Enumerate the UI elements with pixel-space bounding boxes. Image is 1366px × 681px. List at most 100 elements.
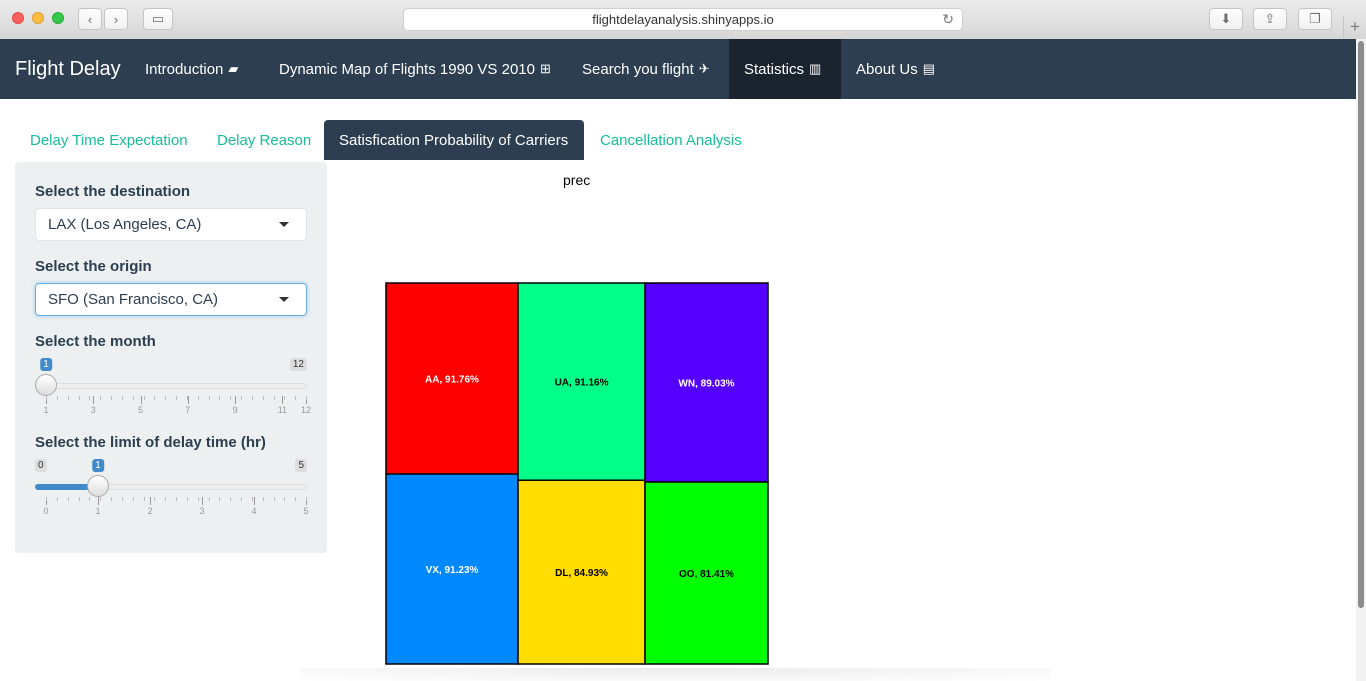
tab-satisfication-probability[interactable]: Satisfication Probability of Carriers — [324, 120, 584, 160]
nav-label: About Us — [856, 60, 918, 78]
brand-title[interactable]: Flight Delay — [15, 58, 121, 81]
delay-minor-tick — [78, 497, 80, 501]
month-tick-label: 1 — [43, 405, 49, 415]
month-minor-tick — [143, 396, 145, 400]
minimize-window-button[interactable] — [32, 12, 44, 24]
tab-delay-time-expectation[interactable]: Delay Time Expectation — [15, 120, 203, 160]
nav-statistics[interactable]: Statistics ▥ — [729, 39, 841, 99]
zoom-window-button[interactable] — [52, 12, 64, 24]
plane-icon: ✈ — [698, 61, 710, 76]
tabs-overview-button[interactable]: ❐ — [1298, 8, 1332, 30]
month-minor-tick — [230, 396, 232, 400]
nav-introduction[interactable]: Introduction ▰ — [130, 39, 253, 99]
delay-tick — [98, 497, 99, 505]
share-button[interactable]: ⇪ — [1253, 8, 1287, 30]
tab-delay-reason[interactable]: Delay Reason — [202, 120, 326, 160]
delay-tick-label: 4 — [251, 506, 257, 516]
month-minor-tick — [89, 396, 91, 400]
book-icon: ▰ — [228, 61, 239, 76]
chevron-right-icon: › — [113, 11, 119, 27]
month-tick-label: 3 — [90, 405, 96, 415]
month-minor-tick — [56, 396, 58, 400]
downloads-button[interactable]: ⬇ — [1209, 8, 1243, 30]
month-minor-tick — [121, 396, 123, 400]
month-tick — [140, 396, 142, 404]
delay-minor-tick — [176, 497, 177, 501]
scrollbar-thumb[interactable] — [1358, 41, 1364, 608]
close-window-button[interactable] — [12, 12, 24, 24]
month-max-label: 12 — [289, 358, 307, 371]
bottom-shadow — [300, 668, 1050, 681]
delay-minor-tick — [111, 497, 112, 501]
browser-toolbar: ‹ › ▭ flightdelayanalysis.shinyapps.io ↻… — [0, 0, 1366, 40]
month-slider[interactable]: 1 12 1 3 5 7 9 11 12 — [35, 358, 311, 418]
month-minor-tick — [262, 396, 264, 400]
month-minor-tick — [273, 396, 275, 400]
nav-search-flight[interactable]: Search you flight ✈ — [567, 39, 725, 99]
month-minor-tick — [306, 396, 307, 400]
delay-minor-tick — [262, 497, 264, 501]
month-tick — [187, 396, 189, 404]
chart-title: prec — [563, 172, 591, 188]
month-minor-tick — [165, 396, 167, 400]
destination-select[interactable]: LAX (Los Angeles, CA) — [35, 208, 307, 241]
month-tick — [93, 396, 95, 404]
delay-tick-label: 5 — [303, 506, 309, 516]
delay-minor-tick — [295, 497, 297, 501]
sidebar-toggle-button[interactable]: ▭ — [143, 8, 173, 30]
destination-label: Select the destination — [35, 183, 191, 200]
origin-value: SFO (San Francisco, CA) — [48, 291, 219, 308]
nav-about-us[interactable]: About Us ▤ — [841, 39, 950, 99]
month-minor-tick — [186, 396, 188, 400]
delay-minor-tick — [154, 497, 156, 501]
month-slider-track[interactable] — [35, 383, 307, 389]
caret-down-icon — [279, 222, 289, 227]
delay-tick — [150, 497, 151, 505]
id-card-icon: ▤ — [922, 61, 935, 76]
month-tick — [235, 396, 237, 404]
plus-icon: + — [1350, 17, 1360, 36]
destination-value: LAX (Los Angeles, CA) — [48, 216, 202, 233]
month-minor-tick — [111, 396, 112, 400]
origin-select[interactable]: SFO (San Francisco, CA) — [35, 283, 307, 316]
share-icon: ⇪ — [1264, 11, 1276, 26]
delay-minor-tick — [143, 497, 145, 501]
month-minor-tick — [284, 396, 286, 400]
treemap-label-oo: OO, 81.41% — [679, 569, 734, 580]
tab-cancellation-analysis[interactable]: Cancellation Analysis — [585, 120, 757, 160]
reload-icon[interactable]: ↻ — [942, 11, 954, 28]
download-icon: ⬇ — [1220, 11, 1232, 26]
delay-minor-tick — [208, 497, 210, 501]
month-minor-tick — [154, 396, 156, 400]
month-minor-tick — [46, 396, 47, 400]
delay-minor-tick — [273, 497, 275, 501]
tabs-icon: ❐ — [1309, 11, 1321, 26]
delay-minor-tick — [89, 497, 91, 501]
delay-slider[interactable]: 0 1 5 0 1 2 3 4 5 — [35, 459, 309, 519]
month-tick-label: 9 — [232, 405, 238, 415]
new-tab-button[interactable]: + — [1343, 16, 1366, 38]
delay-minor-tick — [306, 497, 307, 501]
delay-minor-tick — [241, 497, 242, 501]
caret-down-icon — [279, 297, 289, 302]
forward-button[interactable]: › — [104, 8, 128, 30]
delay-slider-handle[interactable] — [87, 475, 109, 497]
delay-minor-tick — [197, 497, 199, 501]
delay-minor-tick — [67, 497, 69, 501]
address-bar[interactable]: flightdelayanalysis.shinyapps.io ↻ — [403, 8, 963, 31]
treemap-label-ua: UA, 91.16% — [555, 378, 609, 389]
treemap-label-wn: WN, 89.03% — [678, 379, 734, 390]
delay-minor-tick — [165, 497, 167, 501]
month-minor-tick — [295, 396, 297, 400]
month-minor-tick — [208, 396, 210, 400]
delay-minor-tick — [219, 497, 221, 501]
month-tick-label: 12 — [300, 405, 312, 415]
delay-tick — [254, 497, 255, 505]
month-tick-label: 5 — [138, 405, 144, 415]
delay-max-label: 5 — [295, 459, 307, 472]
month-slider-handle[interactable] — [35, 374, 57, 396]
delay-minor-tick — [46, 497, 47, 501]
back-button[interactable]: ‹ — [78, 8, 102, 30]
nav-dynamic-map[interactable]: Dynamic Map of Flights 1990 VS 2010 ⊞ — [264, 39, 566, 99]
page-scrollbar[interactable] — [1356, 39, 1366, 681]
